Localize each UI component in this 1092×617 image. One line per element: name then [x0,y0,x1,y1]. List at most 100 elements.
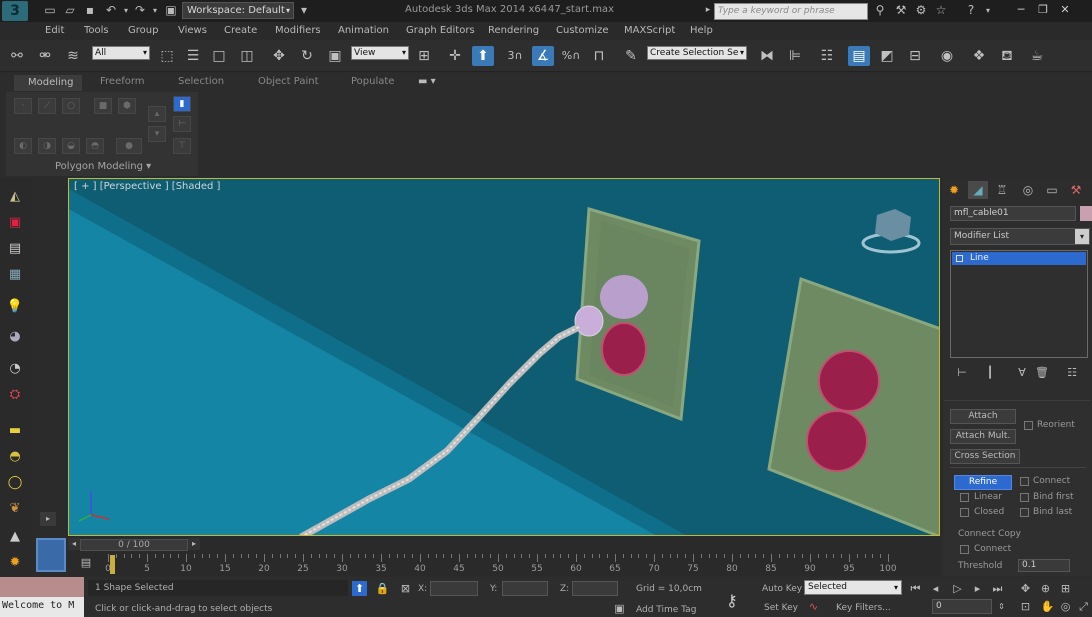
polygon-subobj-icon[interactable]: ■ [94,98,112,114]
refine-button[interactable]: Refine [954,475,1012,490]
select-by-name-icon[interactable]: ☰ [182,46,204,66]
stack-item-line[interactable]: Line [952,252,1086,265]
use-stack-icon[interactable]: ◒ [62,138,80,154]
subscription-icon[interactable]: ⚒ [893,3,909,18]
curve-editor-mini-icon[interactable]: ▤ [78,556,94,570]
make-unique-icon[interactable]: ∀ [1014,366,1030,380]
remove-modifier-icon[interactable]: 🗑 [1034,366,1050,380]
maxscript-listener-result[interactable] [0,577,84,597]
move-icon[interactable]: ✥ [268,46,290,66]
window-crossing-icon[interactable]: ◫ [236,46,258,66]
redo-icon[interactable]: ↷ [132,3,148,18]
scene-explorer-icon[interactable]: ▣ [5,214,25,232]
schematic-view-icon[interactable]: ⊟ [904,46,926,66]
viewport-layout-icon[interactable]: ▦ [5,266,25,284]
time-slider[interactable]: 0 / 100 [80,539,188,551]
minimize-button[interactable]: ─ [1013,2,1029,18]
bind-space-warp-icon[interactable]: ≋ [62,46,84,66]
key-icon[interactable]: ⚷ [726,591,738,610]
menu-tools[interactable]: Tools [84,25,109,36]
tab-object-paint[interactable]: Object Paint [258,76,319,87]
connect-checkbox[interactable] [1020,477,1029,486]
reference-coordinate-dropdown[interactable]: View ▾ [351,46,409,60]
light-explorer-icon[interactable]: 💡 [5,298,25,316]
viewport-label[interactable]: [ + ] [Perspective ] [Shaded ] [74,181,220,192]
lock-selection-icon[interactable]: 🔒 [375,581,390,596]
restore-button[interactable]: ❐ [1035,2,1051,18]
polygon-modeling-label[interactable]: Polygon Modeling ▾ [55,161,151,172]
expand-box-icon[interactable] [956,255,963,262]
reorient-checkbox[interactable] [1024,421,1033,430]
help-icon[interactable]: ? [963,3,979,18]
modify-mode-icon[interactable]: ◐ [14,138,32,154]
render-setup-icon[interactable]: ❖ [968,46,990,66]
utilities-tab-icon[interactable]: ⚒ [1066,181,1086,199]
layer-manager-icon[interactable]: ☷ [816,46,838,66]
element-subobj-icon[interactable]: ⬢ [118,98,136,114]
angle-snap-icon[interactable]: ∡ [532,46,554,66]
named-selection-dropdown[interactable]: Create Selection Se ▾ [647,46,747,60]
perspective-viewport[interactable]: [ + ] [Perspective ] [Shaded ] [68,178,940,536]
spinner-snap-icon[interactable]: ⊓ [588,46,610,66]
object-name-field[interactable]: mfl_cable01 [950,206,1076,221]
ribbon-options-icon[interactable]: ▬ ▾ [418,76,436,87]
maxscript-listener-input[interactable]: Welcome to M [0,597,84,617]
connect-copy-checkbox[interactable] [960,545,969,554]
collapse-stack-icon[interactable]: ◓ [86,138,104,154]
zoom-extents-icon[interactable]: ✥ [1018,581,1033,596]
next-frame-icon[interactable]: ▸ [970,581,985,596]
menu-help[interactable]: Help [690,25,713,36]
motion-tab-icon[interactable]: ◎ [1018,181,1038,199]
play-icon[interactable]: ▷ [950,581,965,596]
frame-spinner-icon[interactable]: ⇕ [994,599,1009,614]
set-key-icon[interactable]: ∿ [806,599,821,614]
bind-first-checkbox[interactable] [1020,493,1029,502]
menu-edit[interactable]: Edit [45,25,64,36]
tab-selection[interactable]: Selection [178,76,224,87]
workspace-dropdown[interactable]: Workspace: Default ▾ [182,2,294,19]
favorites-star-icon[interactable]: ☆ [933,3,949,18]
edit-named-selection-icon[interactable]: ✎ [620,46,642,66]
rectangular-selection-icon[interactable]: □ [208,46,230,66]
cross-section-button[interactable]: Cross Section [950,449,1020,464]
new-file-icon[interactable]: ▭ [42,3,58,18]
undo-icon[interactable]: ↶ [103,3,119,18]
rotate-icon[interactable]: ↻ [296,46,318,66]
pin-stack-icon[interactable]: ⊢ [954,366,970,380]
menu-customize[interactable]: Customize [556,25,609,36]
threshold-spinner[interactable]: 0.1 [1018,559,1070,572]
help-dropdown-icon[interactable]: ▾ [980,3,996,18]
menu-group[interactable]: Group [128,25,158,36]
object-color-swatch[interactable] [1080,206,1092,221]
current-frame-field[interactable]: 0 [932,599,992,614]
tab-freeform[interactable]: Freeform [100,76,145,87]
workspace-menu-icon[interactable]: ▾ [296,3,312,18]
redo-dropdown-icon[interactable]: ▾ [147,3,163,18]
wave-icon[interactable]: ◔ [5,360,25,378]
expand-panel-icon[interactable]: ▸ [40,512,56,526]
material-editor-icon[interactable]: ◉ [936,46,958,66]
container-explorer-icon[interactable]: ◭ [5,188,25,206]
modifier-list-dropdown[interactable]: Modifier List ▾ [950,228,1090,245]
pivot-center-icon[interactable]: ⊞ [413,46,435,66]
isolate-selection-icon[interactable]: ⬆ [352,581,367,596]
time-tag-icon[interactable]: ▣ [612,601,627,616]
select-object-icon[interactable]: ⬚ [156,46,178,66]
align-icon[interactable]: ⊫ [784,46,806,66]
zoom-icon[interactable]: ⊕ [1038,581,1053,596]
select-manipulate-icon[interactable]: ✛ [444,46,466,66]
menu-rendering[interactable]: Rendering [488,25,539,36]
snaps-toggle-icon[interactable]: 3∩ [504,46,526,66]
time-prev-arrow-icon[interactable]: ◂ [68,538,80,550]
dome-icon[interactable]: ◓ [5,448,25,466]
attach-button[interactable]: Attach [950,409,1016,424]
go-to-start-icon[interactable]: ⏮ [908,581,923,596]
z-coordinate-field[interactable] [572,581,618,596]
modify-tab-icon[interactable]: ◢ [968,181,988,199]
pin-stack-icon[interactable]: ⊢ [173,116,191,132]
camera-explorer-icon[interactable]: ◕ [5,328,25,346]
preserve-uvs-icon[interactable]: ◑ [38,138,56,154]
convert-poly-icon[interactable]: ● [116,138,142,154]
attach-mult-button[interactable]: Attach Mult. [950,429,1016,444]
close-button[interactable]: ✕ [1057,2,1073,18]
